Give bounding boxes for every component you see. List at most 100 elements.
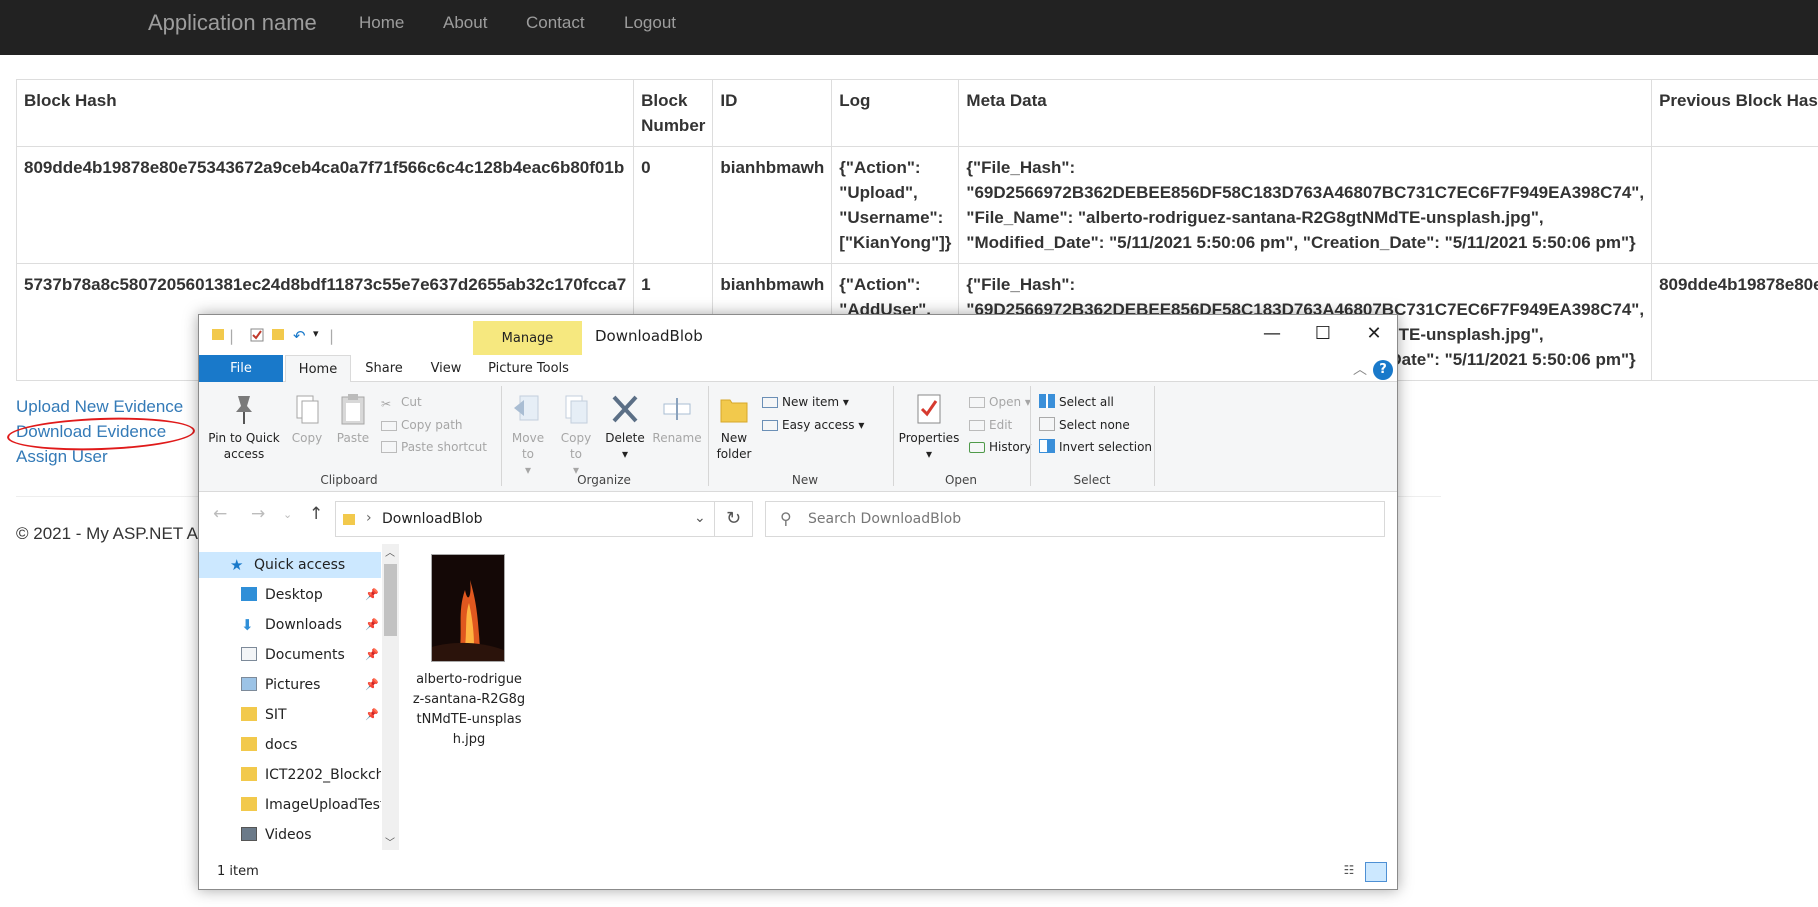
pin-icon: 📌 (365, 678, 379, 691)
edit-icon (969, 420, 985, 431)
header-id: ID (712, 79, 833, 147)
nav-contact-link[interactable]: Contact (526, 13, 585, 33)
open-button[interactable]: Open ▾ (969, 394, 1031, 410)
copy-button[interactable]: Copy (285, 392, 329, 446)
new-folder-button[interactable]: New folder (711, 392, 757, 462)
up-icon[interactable]: ↑ (309, 504, 323, 524)
nav-item-videos[interactable]: Videos (199, 822, 381, 848)
brand-link[interactable]: Application name (148, 10, 317, 36)
properties-qat-icon[interactable] (249, 327, 265, 347)
maximize-icon[interactable]: ☐ (1300, 319, 1346, 349)
recent-locations-icon[interactable]: ⌄ (283, 508, 292, 521)
invert-selection-icon (1039, 439, 1055, 453)
undo-icon[interactable]: ↶ (293, 327, 306, 345)
address-dropdown-icon[interactable]: ⌄ (694, 510, 706, 526)
edit-button[interactable]: Edit (969, 417, 1012, 433)
assign-user-link[interactable]: Assign User (16, 447, 108, 467)
back-icon[interactable]: ← (213, 504, 227, 524)
refresh-icon[interactable]: ↻ (715, 501, 753, 537)
item-count: 1 item (217, 864, 259, 879)
image-thumbnail[interactable] (431, 554, 505, 662)
scissors-icon: ✂ (381, 397, 392, 411)
navigation-pane: ★ Quick access Desktop 📌 ⬇ Downloads 📌 D… (199, 540, 399, 854)
nav-item-downloads[interactable]: ⬇ Downloads 📌 (199, 612, 381, 638)
nav-item-documents[interactable]: Documents 📌 (199, 642, 381, 668)
nav-home-link[interactable]: Home (359, 13, 404, 33)
tab-share[interactable]: Share (355, 355, 413, 382)
ribbon-home: Pin to Quick access Copy Paste ✂ Cut Copy… (199, 382, 1397, 492)
nav-item-pictures[interactable]: Pictures 📌 (199, 672, 381, 698)
large-icons-view-icon[interactable] (1365, 862, 1387, 882)
cell-previous-hash: 809dde4b19878e80e75343672a9ceb4ca0a7f71f… (1651, 263, 1818, 381)
breadcrumb-path[interactable]: DownloadBlob (382, 511, 483, 527)
nav-about-link[interactable]: About (443, 13, 487, 33)
header-meta-data: Meta Data (958, 79, 1653, 147)
forward-icon[interactable]: → (251, 504, 265, 524)
paste-shortcut-button[interactable]: Paste shortcut (381, 439, 487, 455)
cell-id: bianhbmawh (712, 146, 833, 264)
new-item-button[interactable]: New item ▾ (762, 394, 849, 410)
minimize-icon[interactable]: — (1249, 319, 1295, 349)
tab-manage[interactable]: Manage (473, 321, 582, 356)
top-navbar: Application name Home About Contact Logo… (0, 0, 1818, 55)
folder-icon (241, 767, 257, 781)
cell-block-number: 0 (633, 146, 714, 264)
nav-item-quick-access[interactable]: ★ Quick access (199, 552, 381, 578)
cell-previous-hash (1651, 146, 1818, 264)
easy-access-button[interactable]: Easy access ▾ (762, 417, 864, 433)
tab-file[interactable]: File (199, 355, 283, 382)
paste-shortcut-icon (381, 441, 397, 453)
nav-item-docs[interactable]: docs (199, 732, 381, 758)
search-input[interactable]: ⚲ Search DownloadBlob (765, 501, 1385, 537)
new-folder-qat-icon[interactable] (271, 327, 285, 345)
file-item[interactable]: alberto-rodrigue z-santana-R2G8g tNMdTE-… (399, 540, 539, 750)
nav-item-desktop[interactable]: Desktop 📌 (199, 582, 381, 608)
select-all-button[interactable]: Select all (1039, 394, 1114, 410)
header-previous-block-hash: Previous Block Hash (1651, 79, 1818, 147)
nav-item-ict2202[interactable]: ICT2202_Blockchain (199, 762, 381, 788)
address-row: ← → ⌄ ↑ › DownloadBlob ⌄ ↻ ⚲ Search Down… (199, 492, 1397, 540)
pin-icon: 📌 (365, 648, 379, 661)
scrollbar-thumb[interactable] (384, 564, 397, 636)
ribbon-tabs: File Home Share View Picture Tools ︿ ? (199, 355, 1397, 383)
properties-button[interactable]: Properties ▾ (897, 392, 961, 462)
qat-customize-icon[interactable]: ▾ (313, 327, 319, 340)
group-clipboard-label: Clipboard (320, 473, 378, 487)
select-none-button[interactable]: Select none (1039, 417, 1130, 433)
move-to-button[interactable]: Move to ▾ (505, 392, 551, 478)
rename-button[interactable]: Rename (651, 392, 703, 446)
volcano-image-icon (432, 555, 504, 661)
pin-quick-access-button[interactable]: Pin to Quick access (205, 392, 283, 462)
delete-button[interactable]: Delete ▾ (603, 392, 647, 462)
nav-item-imageuploadtest[interactable]: ImageUploadTest (199, 792, 381, 818)
close-icon[interactable]: ✕ (1351, 319, 1397, 349)
header-block-hash: Block Hash (15, 79, 635, 147)
cut-button[interactable]: ✂ Cut (381, 394, 422, 411)
group-new-label: New (791, 473, 819, 487)
tab-home[interactable]: Home (285, 355, 351, 383)
address-bar[interactable]: › DownloadBlob ⌄ (335, 501, 715, 537)
desktop-icon (241, 587, 257, 601)
copy-to-button[interactable]: Copy to ▾ (553, 392, 599, 478)
invert-selection-button[interactable]: Invert selection (1039, 439, 1152, 455)
cell-meta-data: {"File_Hash": "69D2566972B362DEBEE856DF5… (958, 146, 1653, 264)
paste-button[interactable]: Paste (331, 392, 375, 446)
file-name[interactable]: alberto-rodrigue z-santana-R2G8g tNMdTE-… (399, 670, 539, 750)
collapse-ribbon-icon[interactable]: ︿ (1353, 359, 1367, 379)
select-none-icon (1039, 417, 1055, 431)
tab-view[interactable]: View (417, 355, 475, 382)
copy-path-button[interactable]: Copy path (381, 417, 463, 433)
header-block-number: Block Number (633, 79, 714, 147)
easy-access-icon (762, 420, 778, 431)
pin-icon: 📌 (365, 618, 379, 631)
details-view-icon[interactable]: ☷ (1339, 863, 1359, 881)
tab-picture-tools[interactable]: Picture Tools (475, 355, 582, 382)
group-organize-label: Organize (577, 473, 631, 487)
nav-logout-link[interactable]: Logout (624, 13, 676, 33)
navigation-scrollbar[interactable]: ︿ ﹀ (382, 544, 399, 850)
nav-item-sit[interactable]: SIT 📌 (199, 702, 381, 728)
breadcrumb-separator-icon: › (366, 510, 372, 526)
upload-evidence-link[interactable]: Upload New Evidence (16, 397, 183, 417)
history-button[interactable]: History (969, 439, 1032, 455)
help-icon[interactable]: ? (1373, 360, 1393, 380)
